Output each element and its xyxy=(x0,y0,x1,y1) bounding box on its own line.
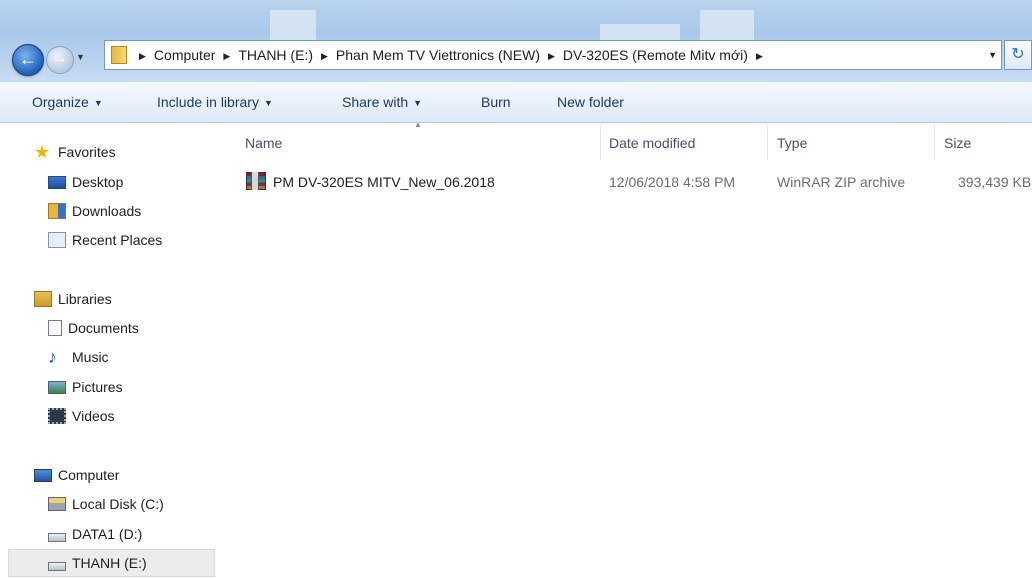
nav-item-music[interactable]: ♪ Music xyxy=(48,344,109,370)
downloads-icon xyxy=(48,203,66,220)
background-window-blur xyxy=(700,10,754,40)
column-divider[interactable] xyxy=(767,124,768,160)
breadcrumb-current-folder[interactable]: DV-320ES (Remote Mitv mới) xyxy=(563,47,748,63)
back-button[interactable]: ← xyxy=(12,44,44,76)
file-name[interactable]: PM DV-320ES MITV_New_06.2018 xyxy=(273,170,495,194)
nav-item-pictures[interactable]: Pictures xyxy=(48,374,123,400)
breadcrumb-separator-icon[interactable]: ▶ xyxy=(321,51,328,61)
recent-places-icon xyxy=(48,232,66,249)
column-header-name[interactable]: Name xyxy=(245,123,282,163)
burn-button[interactable]: Burn xyxy=(481,82,511,122)
drive-icon xyxy=(48,532,66,542)
refresh-icon: ↻ xyxy=(1011,46,1025,63)
sort-ascending-icon: ▲ xyxy=(414,120,422,129)
nav-computer[interactable]: Computer xyxy=(34,462,119,488)
libraries-icon xyxy=(34,291,52,308)
nav-item-local-disk-c[interactable]: Local Disk (C:) xyxy=(48,491,164,517)
recent-pages-dropdown[interactable]: ▼ xyxy=(76,52,85,62)
nav-item-label: Desktop xyxy=(72,174,124,190)
column-header-type[interactable]: Type xyxy=(777,123,807,163)
nav-item-documents[interactable]: Documents xyxy=(48,315,139,341)
nav-item-label: Recent Places xyxy=(72,232,163,248)
winrar-archive-icon xyxy=(246,172,266,190)
nav-item-downloads[interactable]: Downloads xyxy=(48,198,141,224)
column-header-size[interactable]: Size xyxy=(944,123,971,163)
nav-favorites[interactable]: ★ Favorites xyxy=(34,139,116,165)
column-divider[interactable] xyxy=(934,124,935,160)
drive-icon xyxy=(48,561,66,571)
nav-item-label: Local Disk (C:) xyxy=(72,496,164,512)
column-divider[interactable] xyxy=(600,124,601,160)
star-icon: ★ xyxy=(34,142,51,163)
new-folder-button[interactable]: New folder xyxy=(557,82,624,122)
forward-button[interactable]: → xyxy=(46,46,74,74)
column-header-date-modified[interactable]: Date modified xyxy=(609,123,695,163)
nav-item-thanh-e[interactable]: THANH (E:) xyxy=(48,550,147,576)
share-with-label: Share with xyxy=(342,94,409,110)
nav-computer-label: Computer xyxy=(58,467,120,483)
breadcrumb-drive[interactable]: THANH (E:) xyxy=(238,47,313,63)
breadcrumb: ▶ Computer ▶ THANH (E:) ▶ Phan Mem TV Viettro… xyxy=(131,41,771,69)
nav-item-label: DATA1 (D:) xyxy=(72,526,143,542)
chevron-down-icon: ▼ xyxy=(93,98,103,108)
include-in-library-label: Include in library xyxy=(157,94,259,110)
folder-icon xyxy=(111,46,127,64)
address-history-dropdown[interactable]: ▼ xyxy=(988,41,997,69)
chevron-down-icon: ▼ xyxy=(413,98,423,108)
nav-item-label: Videos xyxy=(72,408,115,424)
address-bar[interactable]: ▶ Computer ▶ THANH (E:) ▶ Phan Mem TV Viettro… xyxy=(104,40,1002,70)
breadcrumb-computer[interactable]: Computer xyxy=(154,47,215,63)
share-with-menu[interactable]: Share with ▼ xyxy=(342,82,422,122)
nav-item-label: THANH (E:) xyxy=(72,555,147,571)
desktop-icon xyxy=(48,175,66,189)
nav-item-label: Downloads xyxy=(72,203,142,219)
include-in-library-menu[interactable]: Include in library ▼ xyxy=(157,82,273,122)
background-window-blur xyxy=(600,24,680,40)
nav-item-data1-d[interactable]: DATA1 (D:) xyxy=(48,521,142,547)
forward-arrow-icon: → xyxy=(52,50,68,67)
file-size: 393,439 KB xyxy=(958,174,1032,190)
breadcrumb-folder[interactable]: Phan Mem TV Viettronics (NEW) xyxy=(336,47,540,63)
nav-item-desktop[interactable]: Desktop xyxy=(48,169,123,195)
organize-label: Organize xyxy=(32,94,89,110)
command-bar: Organize ▼ Include in library ▼ Share with… xyxy=(0,82,1032,123)
background-window-blur xyxy=(270,10,316,40)
drive-icon xyxy=(48,497,66,512)
nav-favorites-label: Favorites xyxy=(58,144,116,160)
navigation-pane: ★ Favorites Desktop Downloads Recent Plac… xyxy=(0,123,222,578)
nav-item-videos[interactable]: Videos xyxy=(48,403,115,429)
music-icon: ♪ xyxy=(48,347,57,368)
breadcrumb-separator-icon[interactable]: ▶ xyxy=(223,51,230,61)
breadcrumb-separator-icon[interactable]: ▶ xyxy=(756,51,763,61)
file-type: WinRAR ZIP archive xyxy=(777,174,906,190)
nav-item-recent-places[interactable]: Recent Places xyxy=(48,227,162,253)
documents-icon xyxy=(48,320,62,337)
file-date-modified: 12/06/2018 4:58 PM xyxy=(609,174,736,190)
nav-libraries[interactable]: Libraries xyxy=(34,286,112,312)
breadcrumb-separator-icon[interactable]: ▶ xyxy=(548,51,555,61)
breadcrumb-separator-icon[interactable]: ▶ xyxy=(139,51,146,61)
nav-libraries-label: Libraries xyxy=(58,291,112,307)
pictures-icon xyxy=(48,380,66,394)
back-arrow-icon: ← xyxy=(19,49,37,69)
chevron-down-icon: ▼ xyxy=(263,98,273,108)
computer-icon xyxy=(34,468,52,482)
nav-item-label: Music xyxy=(72,349,109,365)
nav-item-label: Pictures xyxy=(72,379,123,395)
nav-item-label: Documents xyxy=(68,320,139,336)
refresh-button[interactable]: ↻ xyxy=(1004,40,1032,70)
videos-icon xyxy=(48,408,66,425)
organize-menu[interactable]: Organize ▼ xyxy=(32,82,103,122)
